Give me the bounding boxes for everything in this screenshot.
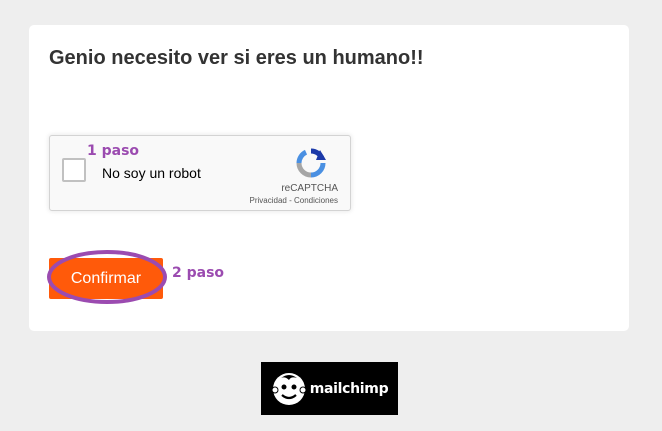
captcha-card: Genio necesito ver si eres un humano!! N… (29, 25, 629, 331)
mailchimp-wordmark: mailchimp (309, 380, 389, 397)
privacy-link[interactable]: Privacidad (250, 196, 287, 205)
confirm-button[interactable]: Confirmar (49, 258, 163, 299)
mailchimp-freddie-icon (271, 372, 307, 405)
annotation-step-1: 1 paso (87, 143, 140, 159)
annotation-step-2: 2 paso (172, 265, 225, 281)
recaptcha-checkbox-label: No soy un robot (102, 165, 201, 181)
links-separator: - (286, 196, 294, 205)
recaptcha-logo-icon (296, 148, 326, 178)
recaptcha-links: Privacidad - Condiciones (250, 196, 339, 205)
page-title: Genio necesito ver si eres un humano!! (49, 47, 424, 69)
terms-link[interactable]: Condiciones (294, 196, 338, 205)
recaptcha-brand: reCAPTCHA (281, 183, 338, 194)
mailchimp-badge[interactable]: mailchimp (261, 362, 398, 415)
recaptcha-checkbox[interactable] (62, 158, 86, 182)
